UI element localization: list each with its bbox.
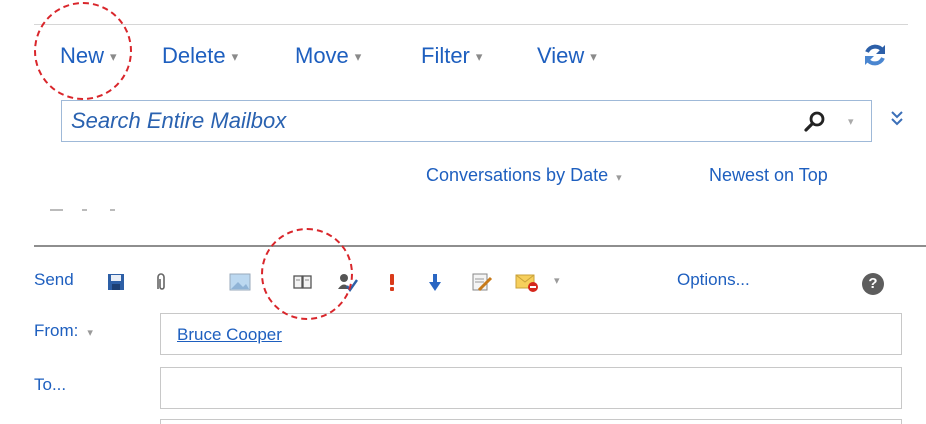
chevron-down-icon: ▾: [231, 49, 239, 64]
highlight-circle-new: [34, 2, 132, 100]
chevron-down-icon: ▾: [87, 327, 93, 339]
expand-search-icon[interactable]: [888, 108, 906, 130]
chevron-down-icon: ▾: [475, 49, 483, 64]
signature-icon[interactable]: [471, 270, 493, 294]
search-icon[interactable]: [802, 109, 828, 135]
arrange-by-label: Conversations by Date: [426, 165, 609, 185]
list-stub: [50, 209, 63, 211]
delete-label: Delete: [162, 43, 226, 68]
save-icon[interactable]: [105, 270, 127, 294]
send-button[interactable]: Send: [34, 270, 74, 290]
low-importance-icon[interactable]: [424, 270, 446, 294]
message-flag-icon[interactable]: [515, 270, 543, 294]
move-menu-button[interactable]: Move ▾: [295, 43, 361, 69]
delete-menu-button[interactable]: Delete ▾: [162, 43, 238, 69]
cc-field[interactable]: [160, 419, 902, 424]
filter-label: Filter: [421, 43, 470, 68]
high-importance-icon[interactable]: [381, 270, 403, 294]
search-input[interactable]: [71, 107, 771, 135]
from-label: From:: [34, 321, 79, 340]
search-options-dropdown[interactable]: ▾: [848, 115, 854, 128]
to-field[interactable]: [160, 367, 902, 409]
help-icon[interactable]: ?: [862, 273, 884, 295]
highlight-circle-address-book: [261, 228, 353, 320]
chevron-down-icon[interactable]: ▾: [554, 274, 560, 287]
view-label: View: [537, 43, 585, 68]
move-label: Move: [295, 43, 349, 68]
list-stub: [110, 209, 115, 211]
sort-order-link[interactable]: Newest on Top: [709, 165, 828, 186]
attach-icon[interactable]: [149, 270, 171, 294]
from-button[interactable]: From: ▾: [34, 321, 93, 341]
chevron-down-icon: ▾: [590, 49, 597, 64]
refresh-icon[interactable]: [860, 40, 890, 70]
list-stub: [82, 209, 87, 211]
search-box[interactable]: ▾: [61, 100, 872, 142]
view-menu-button[interactable]: View ▾: [537, 43, 597, 69]
from-sender-link[interactable]: Bruce Cooper: [177, 325, 282, 345]
arrange-by-dropdown[interactable]: Conversations by Date ▾: [426, 165, 622, 186]
insert-picture-icon[interactable]: [229, 270, 251, 294]
options-button[interactable]: Options...: [677, 270, 750, 290]
top-divider: [34, 24, 908, 25]
to-button[interactable]: To...: [34, 375, 66, 395]
chevron-down-icon: ▾: [616, 172, 622, 184]
chevron-down-icon: ▾: [354, 49, 362, 64]
pane-divider: [34, 245, 926, 247]
filter-menu-button[interactable]: Filter ▾: [421, 43, 482, 69]
from-field[interactable]: Bruce Cooper: [160, 313, 902, 355]
